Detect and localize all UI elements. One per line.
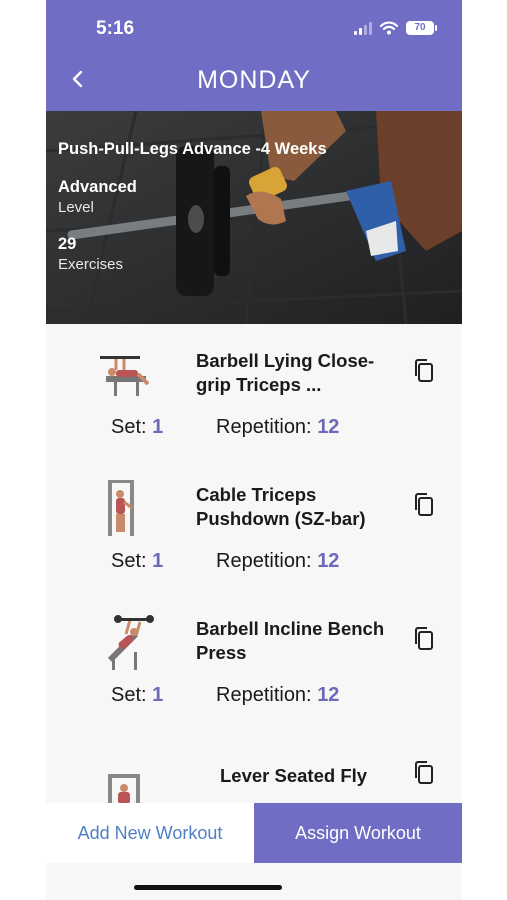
home-indicator[interactable] xyxy=(134,885,282,890)
screen: 5:16 70 MONDAY Push-Pull-Legs Advance -4… xyxy=(0,0,507,900)
exercise-thumbnail xyxy=(108,480,134,536)
level-value: Advanced xyxy=(58,178,137,196)
exercise-thumbnail xyxy=(108,774,140,804)
repetition-count: Repetition: 12 xyxy=(216,416,339,439)
add-new-workout-button[interactable]: Add New Workout xyxy=(46,803,254,863)
exercise-name: Barbell Incline Bench Press xyxy=(196,618,385,663)
set-count: Set: 1 xyxy=(111,684,163,707)
set-value: 1 xyxy=(152,550,164,572)
repetition-count: Repetition: 12 xyxy=(216,684,339,707)
repetition-label: Repetition: xyxy=(216,550,312,572)
assign-workout-button[interactable]: Assign Workout xyxy=(254,803,462,863)
copy-icon[interactable] xyxy=(412,358,436,384)
phone-screen: 5:16 70 MONDAY Push-Pull-Legs Advance -4… xyxy=(46,0,462,900)
set-label: Set: xyxy=(111,684,147,706)
repetition-value: 12 xyxy=(317,416,340,438)
exercise-thumbnail xyxy=(100,356,150,396)
repetition-count: Repetition: 12 xyxy=(216,550,339,573)
page-title: MONDAY xyxy=(197,66,311,94)
level-label: Level xyxy=(58,199,94,216)
battery-icon: 70 xyxy=(406,21,437,35)
status-icons: 70 xyxy=(354,21,437,35)
exercise-thumbnail xyxy=(107,615,154,670)
exercise-list[interactable]: Barbell Lying Close-grip Triceps ... Set… xyxy=(46,324,462,804)
status-time: 5:16 xyxy=(96,18,135,39)
set-value: 1 xyxy=(152,684,164,706)
repetition-label: Repetition: xyxy=(216,416,312,438)
repetition-label: Repetition: xyxy=(216,684,312,706)
exercise-name: Cable Triceps Pushdown (SZ-bar) xyxy=(196,484,366,529)
set-count: Set: 1 xyxy=(111,416,163,439)
set-count: Set: 1 xyxy=(111,550,163,573)
program-name: Push-Pull-Legs Advance -4 Weeks xyxy=(58,140,327,158)
exercise-item[interactable]: Lever Seated Fly xyxy=(46,726,462,804)
copy-icon[interactable] xyxy=(412,626,436,652)
exercise-count: 29 xyxy=(58,235,77,253)
set-value: 1 xyxy=(152,416,164,438)
copy-icon[interactable] xyxy=(412,492,436,518)
exercise-item[interactable]: Barbell Lying Close-grip Triceps ... Set… xyxy=(46,324,462,458)
app-header: 5:16 70 MONDAY xyxy=(46,0,462,111)
exercise-item[interactable]: Barbell Incline Bench Press Set: 1 Repet… xyxy=(46,592,462,726)
program-hero: Push-Pull-Legs Advance -4 Weeks Advanced… xyxy=(46,111,462,324)
set-label: Set: xyxy=(111,416,147,438)
exercise-name: Lever Seated Fly xyxy=(220,765,368,786)
set-label: Set: xyxy=(111,550,147,572)
repetition-value: 12 xyxy=(317,684,340,706)
exercise-name: Barbell Lying Close-grip Triceps ... xyxy=(196,350,375,395)
exercise-count-label: Exercises xyxy=(58,256,124,273)
cellular-signal-icon xyxy=(354,21,372,35)
wifi-icon xyxy=(380,21,398,35)
copy-icon[interactable] xyxy=(412,760,436,786)
repetition-value: 12 xyxy=(317,550,340,572)
exercise-item[interactable]: Cable Triceps Pushdown (SZ-bar) Set: 1 R… xyxy=(46,458,462,592)
bottom-action-bar: Add New Workout Assign Workout xyxy=(46,803,462,863)
